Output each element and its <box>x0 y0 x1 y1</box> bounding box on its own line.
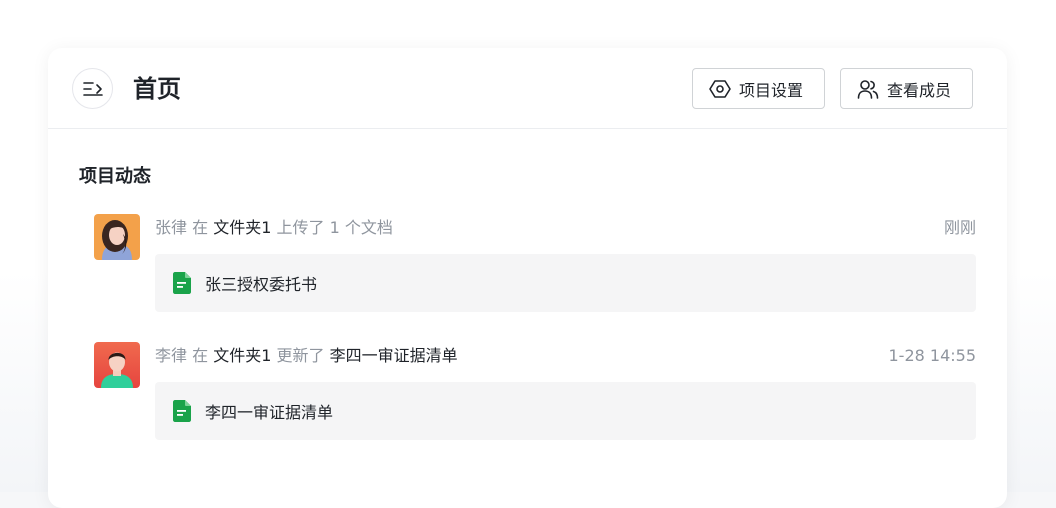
view-members-label: 查看成员 <box>887 80 952 100</box>
avatar-female-icon <box>94 214 140 260</box>
activity-action: 上传了 1 个文档 <box>276 218 393 237</box>
activity-time: 刚刚 <box>943 218 976 237</box>
avatar[interactable] <box>94 214 140 260</box>
file-name: 张三授权委托书 <box>205 275 318 294</box>
activity-folder[interactable]: 文件夹1 <box>213 218 271 237</box>
project-settings-button[interactable]: 项目设置 <box>692 68 825 109</box>
activity-user[interactable]: 李律 <box>155 346 187 365</box>
activity-meta: 张律 在 文件夹1 上传了 1 个文档 <box>155 218 393 238</box>
file-name: 李四一审证据清单 <box>205 403 334 422</box>
page-title: 首页 <box>133 75 181 103</box>
activity-in: 在 <box>192 218 209 237</box>
project-card: 首页 项目设置 查看成员 项目动态 张律 在 文件夹1 上传了 1 个文档 刚刚… <box>48 48 1007 508</box>
doc-icon <box>173 272 191 294</box>
avatar[interactable] <box>94 342 140 388</box>
card-header: 首页 项目设置 查看成员 <box>48 48 1007 129</box>
sidebar-expand-icon <box>82 81 103 96</box>
activity-in: 在 <box>192 346 209 365</box>
activity-time: 1-28 14:55 <box>888 346 976 365</box>
activity-target[interactable]: 李四一审证据清单 <box>330 346 458 365</box>
file-card[interactable]: 张三授权委托书 <box>155 254 976 312</box>
avatar-male-icon <box>94 342 140 388</box>
project-settings-label: 项目设置 <box>739 80 804 100</box>
section-title: 项目动态 <box>79 166 151 187</box>
view-members-button[interactable]: 查看成员 <box>840 68 973 109</box>
activity-meta: 李律 在 文件夹1 更新了 李四一审证据清单 <box>155 346 458 366</box>
activity-user[interactable]: 张律 <box>155 218 187 237</box>
settings-hexagon-icon <box>709 79 731 98</box>
sidebar-toggle-button[interactable] <box>72 68 113 109</box>
members-icon <box>857 79 879 99</box>
activity-action: 更新了 <box>276 346 325 365</box>
file-card[interactable]: 李四一审证据清单 <box>155 382 976 440</box>
doc-icon <box>173 400 191 422</box>
activity-folder[interactable]: 文件夹1 <box>213 346 271 365</box>
